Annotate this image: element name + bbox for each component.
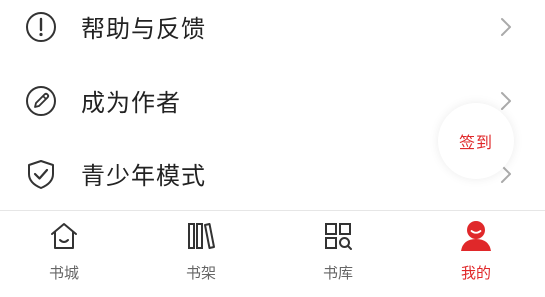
tab-label: 书库 (322, 264, 353, 282)
menu-item-help-feedback[interactable]: 帮助与反馈 (0, 0, 545, 63)
menu-item-label: 成为作者 (81, 89, 181, 117)
tab-label: 书城 (48, 264, 79, 282)
tab-bookshelf[interactable]: 书架 (133, 211, 269, 297)
bookshelf-icon (184, 219, 218, 253)
tab-library[interactable]: 书库 (270, 211, 406, 297)
checkin-label: 签到 (458, 133, 493, 152)
alert-circle-icon (24, 10, 58, 44)
home-icon (47, 219, 81, 253)
menu-item-label: 青少年模式 (81, 162, 206, 190)
tab-mine[interactable]: 我的 (408, 211, 544, 297)
shield-check-icon (24, 157, 58, 191)
menu-item-label: 帮助与反馈 (81, 15, 206, 43)
checkin-button[interactable]: 签到 (438, 103, 514, 179)
chevron-right-icon (498, 91, 514, 111)
library-grid-icon (321, 219, 355, 253)
bottom-tab-bar: 书城 书架 书库 我的 (0, 211, 545, 297)
tab-bookstore[interactable]: 书城 (0, 211, 132, 297)
profile-page: 帮助与反馈 成为作者 青少年模式 签到 书城 书架 书库 我的 (0, 0, 545, 297)
tab-label: 书架 (185, 264, 216, 282)
chevron-right-icon (498, 17, 514, 37)
tab-label: 我的 (460, 264, 491, 282)
pen-circle-icon (24, 84, 58, 118)
user-icon (459, 219, 493, 253)
